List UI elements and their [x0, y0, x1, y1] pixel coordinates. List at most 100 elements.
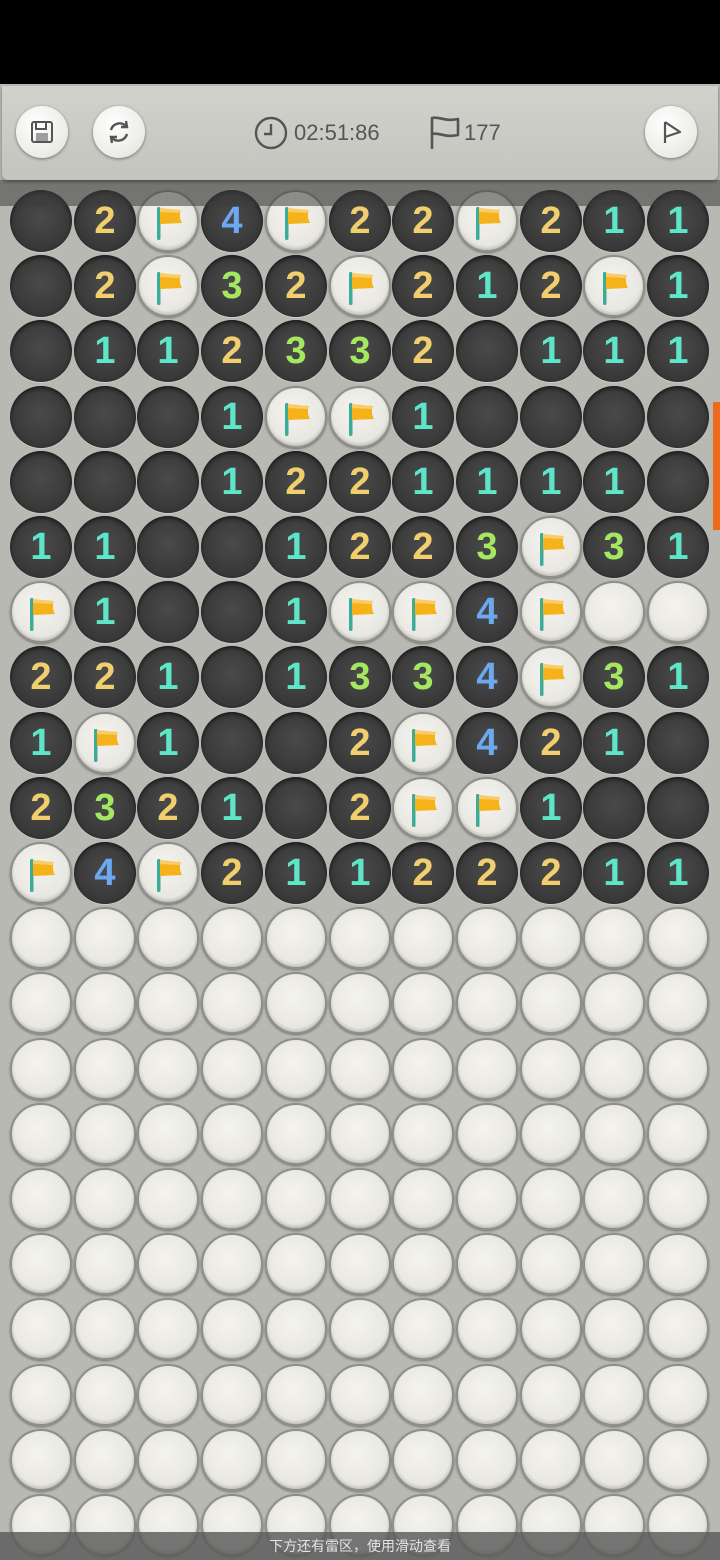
covered-cell[interactable] — [10, 1429, 72, 1491]
number-cell[interactable]: 2 — [520, 712, 582, 774]
empty-cell[interactable] — [647, 712, 709, 774]
covered-cell[interactable] — [520, 1364, 582, 1426]
empty-cell[interactable] — [456, 386, 518, 448]
covered-cell[interactable] — [74, 1233, 136, 1295]
number-cell[interactable]: 1 — [10, 712, 72, 774]
restart-button[interactable] — [93, 106, 145, 158]
number-cell[interactable]: 1 — [456, 451, 518, 513]
flagged-cell[interactable] — [520, 516, 582, 578]
number-cell[interactable]: 1 — [329, 842, 391, 904]
flagged-cell[interactable] — [137, 842, 199, 904]
number-cell[interactable]: 2 — [392, 842, 454, 904]
covered-cell[interactable] — [265, 1233, 327, 1295]
covered-cell[interactable] — [392, 1364, 454, 1426]
covered-cell[interactable] — [520, 1429, 582, 1491]
number-cell[interactable]: 1 — [520, 451, 582, 513]
empty-cell[interactable] — [265, 712, 327, 774]
covered-cell[interactable] — [10, 972, 72, 1034]
number-cell[interactable]: 3 — [201, 255, 263, 317]
covered-cell[interactable] — [265, 1298, 327, 1360]
flagged-cell[interactable] — [329, 255, 391, 317]
covered-cell[interactable] — [456, 1233, 518, 1295]
number-cell[interactable]: 1 — [647, 842, 709, 904]
covered-cell[interactable] — [647, 1103, 709, 1165]
number-cell[interactable]: 2 — [265, 255, 327, 317]
number-cell[interactable]: 1 — [74, 516, 136, 578]
number-cell[interactable]: 1 — [265, 842, 327, 904]
covered-cell[interactable] — [392, 1103, 454, 1165]
empty-cell[interactable] — [201, 712, 263, 774]
covered-cell[interactable] — [201, 972, 263, 1034]
covered-cell[interactable] — [137, 907, 199, 969]
number-cell[interactable]: 3 — [74, 777, 136, 839]
covered-cell[interactable] — [583, 581, 645, 643]
scroll-indicator[interactable] — [713, 402, 720, 530]
save-button[interactable] — [16, 106, 68, 158]
number-cell[interactable]: 2 — [74, 255, 136, 317]
covered-cell[interactable] — [265, 1429, 327, 1491]
covered-cell[interactable] — [392, 1168, 454, 1230]
covered-cell[interactable] — [647, 1298, 709, 1360]
covered-cell[interactable] — [10, 1038, 72, 1100]
number-cell[interactable]: 3 — [329, 646, 391, 708]
covered-cell[interactable] — [137, 1298, 199, 1360]
empty-cell[interactable] — [137, 516, 199, 578]
covered-cell[interactable] — [10, 1168, 72, 1230]
covered-cell[interactable] — [392, 907, 454, 969]
number-cell[interactable]: 1 — [520, 777, 582, 839]
covered-cell[interactable] — [265, 907, 327, 969]
number-cell[interactable]: 1 — [265, 646, 327, 708]
covered-cell[interactable] — [456, 1364, 518, 1426]
covered-cell[interactable] — [137, 1168, 199, 1230]
number-cell[interactable]: 1 — [647, 320, 709, 382]
empty-cell[interactable] — [10, 386, 72, 448]
number-cell[interactable]: 2 — [392, 320, 454, 382]
number-cell[interactable]: 1 — [201, 386, 263, 448]
number-cell[interactable]: 2 — [329, 712, 391, 774]
covered-cell[interactable] — [10, 1364, 72, 1426]
covered-cell[interactable] — [265, 1038, 327, 1100]
covered-cell[interactable] — [10, 907, 72, 969]
covered-cell[interactable] — [329, 1298, 391, 1360]
covered-cell[interactable] — [74, 1364, 136, 1426]
number-cell[interactable]: 2 — [329, 516, 391, 578]
number-cell[interactable]: 3 — [456, 516, 518, 578]
number-cell[interactable]: 4 — [456, 712, 518, 774]
number-cell[interactable]: 1 — [583, 451, 645, 513]
flagged-cell[interactable] — [10, 842, 72, 904]
number-cell[interactable]: 2 — [10, 646, 72, 708]
covered-cell[interactable] — [647, 1038, 709, 1100]
number-cell[interactable]: 1 — [137, 712, 199, 774]
number-cell[interactable]: 2 — [329, 777, 391, 839]
number-cell[interactable]: 2 — [265, 451, 327, 513]
covered-cell[interactable] — [74, 1298, 136, 1360]
covered-cell[interactable] — [329, 1364, 391, 1426]
covered-cell[interactable] — [74, 972, 136, 1034]
covered-cell[interactable] — [520, 1298, 582, 1360]
number-cell[interactable]: 1 — [10, 516, 72, 578]
number-cell[interactable]: 1 — [74, 320, 136, 382]
empty-cell[interactable] — [647, 386, 709, 448]
covered-cell[interactable] — [265, 1103, 327, 1165]
number-cell[interactable]: 2 — [520, 255, 582, 317]
number-cell[interactable]: 1 — [201, 777, 263, 839]
covered-cell[interactable] — [74, 907, 136, 969]
number-cell[interactable]: 1 — [456, 255, 518, 317]
covered-cell[interactable] — [520, 1103, 582, 1165]
covered-cell[interactable] — [647, 1168, 709, 1230]
covered-cell[interactable] — [10, 1233, 72, 1295]
number-cell[interactable]: 2 — [520, 842, 582, 904]
empty-cell[interactable] — [10, 451, 72, 513]
covered-cell[interactable] — [137, 972, 199, 1034]
flagged-cell[interactable] — [10, 581, 72, 643]
covered-cell[interactable] — [74, 1038, 136, 1100]
flagged-cell[interactable] — [137, 255, 199, 317]
covered-cell[interactable] — [583, 1233, 645, 1295]
covered-cell[interactable] — [201, 1298, 263, 1360]
covered-cell[interactable] — [583, 1038, 645, 1100]
covered-cell[interactable] — [201, 907, 263, 969]
flagged-cell[interactable] — [392, 777, 454, 839]
covered-cell[interactable] — [647, 581, 709, 643]
number-cell[interactable]: 2 — [201, 842, 263, 904]
covered-cell[interactable] — [74, 1429, 136, 1491]
